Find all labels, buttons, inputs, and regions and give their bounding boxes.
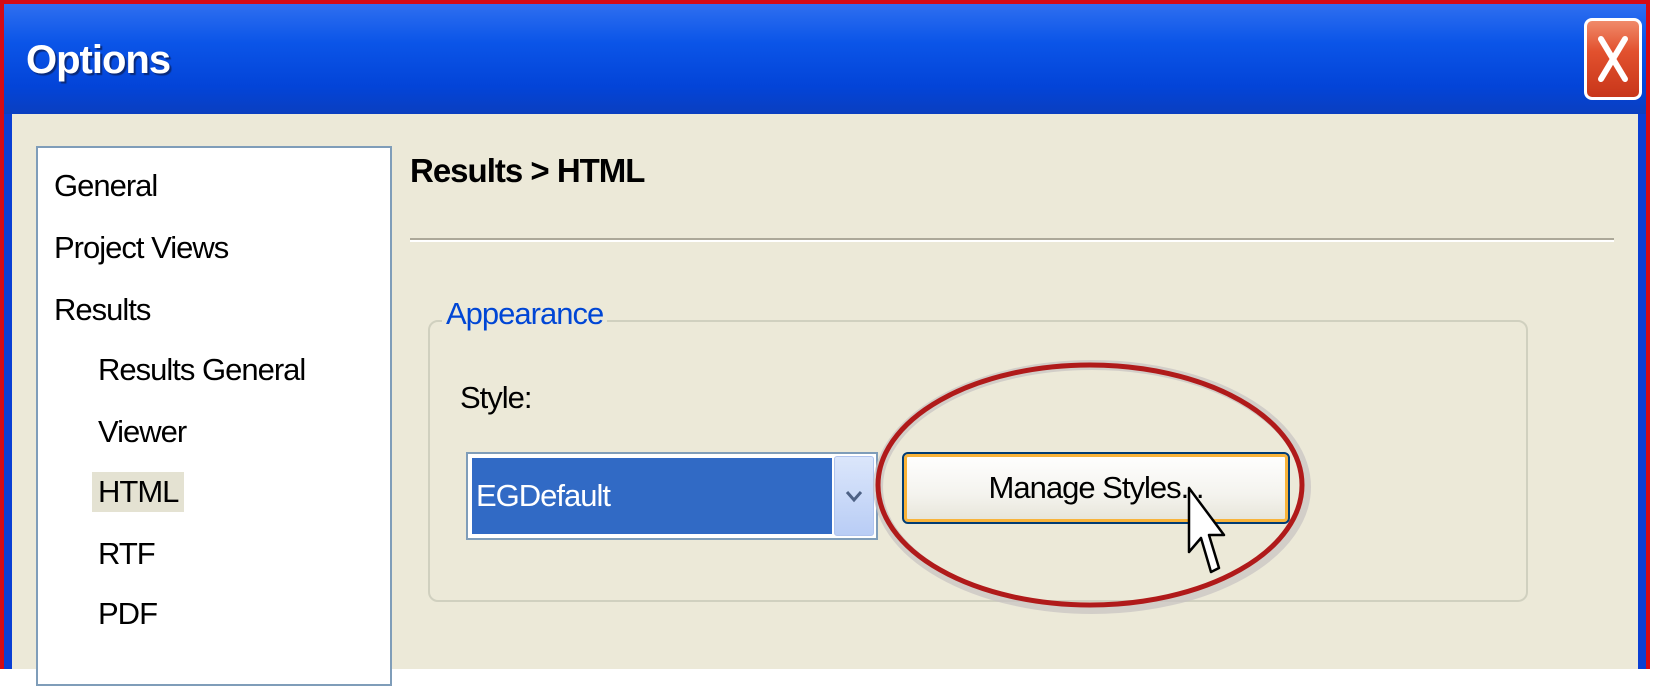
nav-item-results[interactable]: Results	[48, 290, 156, 330]
dialog-client-area: General Project Views Results Results Ge…	[12, 114, 1638, 686]
close-button[interactable]	[1584, 18, 1642, 100]
nav-item-results-general[interactable]: Results General	[92, 350, 311, 390]
mouse-pointer-icon	[1187, 486, 1226, 574]
appearance-legend: Appearance	[442, 296, 608, 332]
dialog-title: Options	[26, 38, 171, 82]
nav-item-rtf[interactable]: RTF	[92, 534, 161, 574]
page-breadcrumb: Results > HTML	[410, 152, 645, 189]
highlight-ellipse	[873, 360, 1311, 614]
nav-item-pdf[interactable]: PDF	[92, 594, 163, 634]
style-dropdown-value: EGDefault	[472, 458, 832, 534]
title-bar[interactable]: Options	[4, 4, 1646, 114]
dropdown-arrow-button[interactable]	[834, 456, 874, 536]
nav-item-general[interactable]: General	[48, 166, 163, 206]
nav-item-html[interactable]: HTML	[92, 472, 185, 512]
header-separator	[410, 238, 1614, 242]
style-label: Style:	[460, 380, 533, 415]
options-dialog: Options General Project Views Results Re…	[0, 0, 1650, 686]
style-dropdown[interactable]: EGDefault	[466, 452, 878, 540]
nav-item-viewer[interactable]: Viewer	[92, 412, 192, 452]
close-x-icon	[1598, 36, 1628, 82]
nav-item-project-views[interactable]: Project Views	[48, 228, 234, 268]
options-nav-tree: General Project Views Results Results Ge…	[36, 146, 392, 686]
chevron-down-icon	[845, 491, 863, 503]
